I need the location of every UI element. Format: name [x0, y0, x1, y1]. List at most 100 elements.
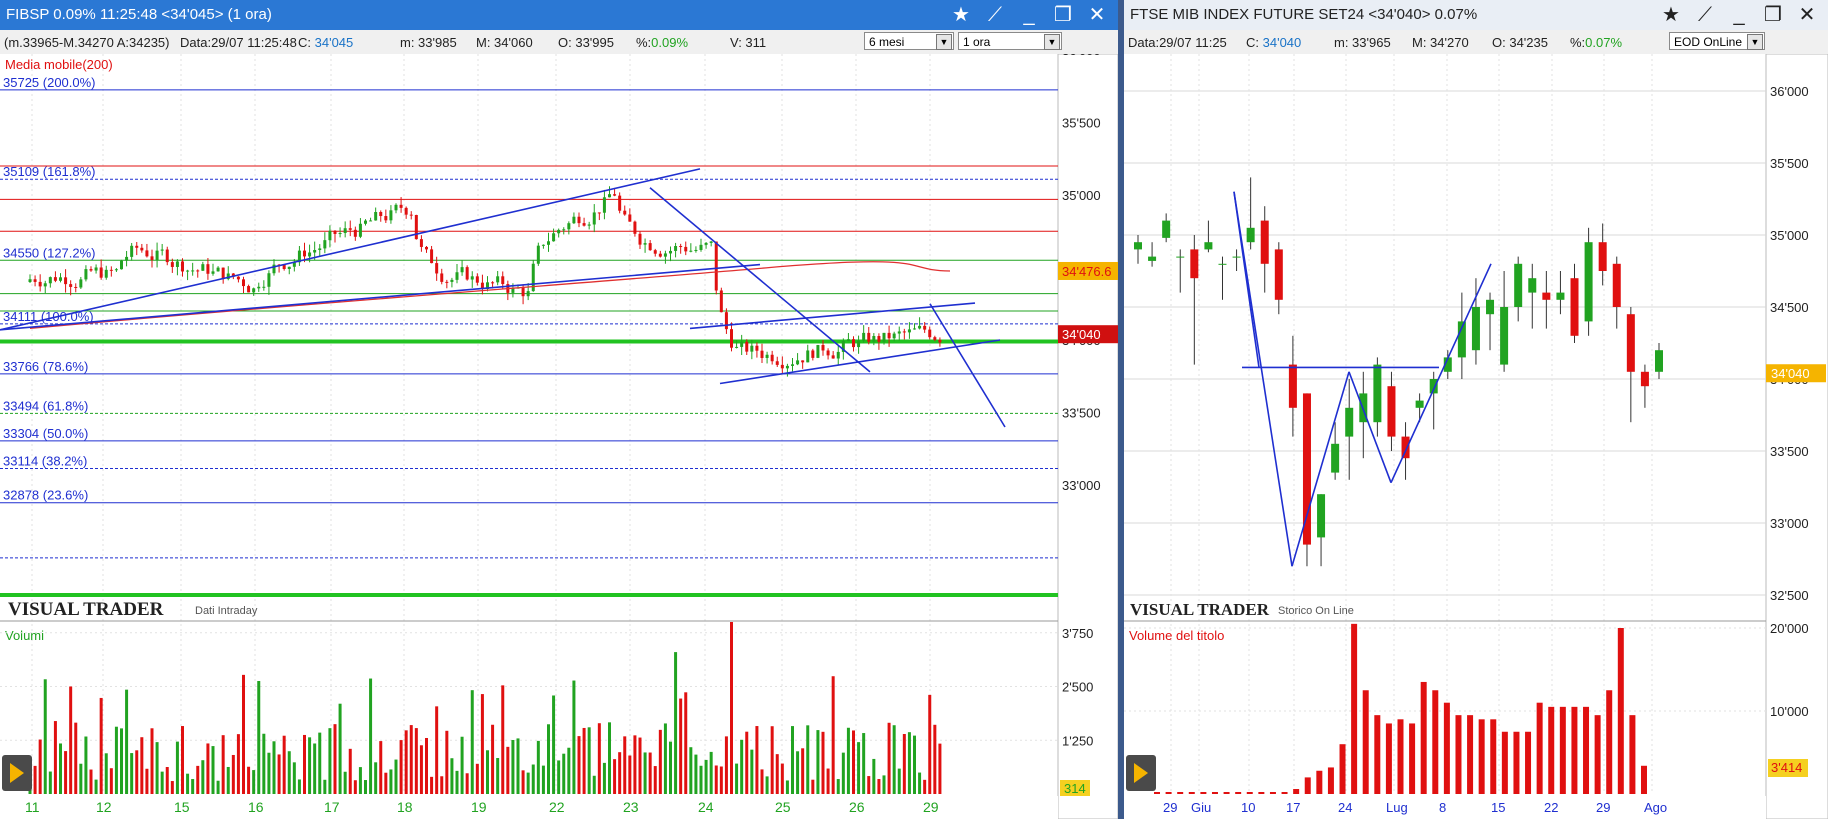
title-bar[interactable]: FTSE MIB INDEX FUTURE SET24 <34'040> 0.0…: [1124, 0, 1828, 31]
volume-bar: [740, 739, 744, 794]
x-axis-label: Ago: [1644, 800, 1667, 815]
volume-bar: [308, 737, 312, 794]
period-value: 6 mesi: [869, 35, 905, 49]
candle-body: [806, 350, 810, 363]
volume-bar: [1594, 715, 1601, 794]
tools-icon[interactable]: ⟋: [1690, 2, 1720, 28]
favorite-star-icon[interactable]: ★: [1656, 2, 1686, 28]
candle-body: [64, 277, 68, 285]
volume-bar: [653, 766, 657, 794]
title-bar[interactable]: FIBSP 0.09% 11:25:48 <34'045> (1 ora) ★ …: [0, 0, 1118, 30]
ftsemib-chart-area[interactable]: 36'00035'50035'00034'50034'00033'50033'0…: [1124, 54, 1828, 819]
brand-logo: VISUAL TRADER: [8, 599, 164, 620]
volume-bar: [745, 731, 749, 794]
price-axis-label: 35'000: [1770, 228, 1809, 243]
volume-bar: [455, 770, 459, 794]
volume-label: Volumi: [5, 628, 44, 643]
candle-body: [353, 229, 357, 237]
close-icon[interactable]: ✕: [1792, 2, 1822, 28]
close-icon[interactable]: ✕: [1082, 2, 1112, 28]
volume-bar: [419, 745, 423, 794]
volume-bar: [796, 751, 800, 794]
volume-bar: [902, 734, 906, 794]
candle-body: [445, 281, 449, 283]
volume-bar: [511, 739, 515, 794]
candle-body: [145, 250, 149, 257]
price-axis-label: 36'000: [1770, 84, 1809, 99]
volume-bar: [719, 766, 723, 794]
volume-bar: [409, 725, 413, 794]
candle-body: [623, 210, 627, 215]
interval-select[interactable]: 1 ora ▼: [958, 32, 1062, 50]
maximize-icon[interactable]: ❐: [1758, 2, 1788, 28]
fib-label: 33114 (38.2%): [3, 453, 87, 468]
candle-body: [918, 325, 922, 329]
candle-body: [735, 346, 739, 348]
volume-bar: [526, 772, 530, 794]
candle-body: [724, 312, 728, 330]
volume-bar: [277, 754, 281, 794]
chart-window-fibsp[interactable]: FIBSP 0.09% 11:25:48 <34'045> (1 ora) ★ …: [0, 0, 1118, 819]
scroll-left-button[interactable]: [1126, 755, 1156, 791]
volume-bar: [323, 779, 327, 794]
volume-bar: [160, 771, 164, 794]
volume-bar: [206, 743, 210, 794]
volume-bar: [450, 758, 454, 794]
candle-body: [155, 250, 159, 260]
volume-bar: [735, 763, 739, 794]
period-select[interactable]: 6 mesi ▼: [864, 32, 954, 50]
volume-bar: [501, 685, 505, 794]
volume-bar: [435, 706, 439, 794]
volume-bar: [714, 765, 718, 794]
volume-bar: [287, 751, 291, 794]
tools-icon[interactable]: ⟋: [980, 2, 1010, 28]
volume-bar: [704, 759, 708, 794]
candle-body: [470, 276, 474, 280]
candle-body: [745, 341, 749, 352]
x-axis-label: Lug: [1386, 800, 1408, 815]
volume-bar: [907, 732, 911, 794]
volume-bar: [460, 736, 464, 794]
candle-body: [181, 261, 184, 272]
volume-bar: [399, 740, 403, 794]
fibsp-chart-area[interactable]: 35725 (200.0%)35109 (161.8%)34550 (127.2…: [0, 54, 1118, 819]
candle-body: [1387, 386, 1396, 437]
source-select[interactable]: EOD OnLine ▼: [1669, 32, 1765, 50]
volume-bar: [318, 732, 322, 794]
candle-body: [419, 239, 423, 247]
minimize-icon[interactable]: _: [1014, 2, 1044, 28]
minimize-icon[interactable]: _: [1724, 2, 1754, 28]
volume-bar: [114, 726, 118, 794]
volume-bar: [257, 680, 261, 794]
chevron-down-icon: ▼: [1747, 34, 1763, 50]
candle-body: [318, 248, 322, 251]
candle-body: [592, 212, 596, 225]
volume-tag: 314: [1064, 781, 1086, 796]
candle-body: [501, 276, 505, 285]
max-value: M: 34'270: [1412, 35, 1469, 50]
volume-bar: [938, 743, 942, 794]
volume-bar: [201, 760, 205, 794]
scroll-left-button[interactable]: [2, 755, 32, 791]
window-title: FTSE MIB INDEX FUTURE SET24 <34'040> 0.0…: [1130, 6, 1478, 23]
volume-bar: [801, 748, 805, 794]
candle-body: [791, 364, 794, 366]
volume-bar: [496, 758, 500, 794]
favorite-star-icon[interactable]: ★: [946, 2, 976, 28]
volume-bar: [1513, 731, 1520, 794]
volume-bar: [699, 765, 703, 794]
price-axis-label: 33'500: [1062, 406, 1101, 421]
candle-body: [862, 332, 866, 341]
candle-body: [460, 267, 464, 273]
x-axis-label: 24: [1338, 800, 1352, 815]
volume-bar: [821, 731, 825, 794]
maximize-icon[interactable]: ❐: [1048, 2, 1078, 28]
candle-body: [191, 270, 195, 272]
volume-bar: [292, 762, 296, 794]
volume-bar: [348, 748, 352, 794]
candle-body: [364, 220, 367, 224]
candle-body: [1162, 220, 1171, 238]
volume-bar: [125, 689, 129, 794]
chart-window-ftsemib[interactable]: FTSE MIB INDEX FUTURE SET24 <34'040> 0.0…: [1124, 0, 1828, 819]
volume-bar: [94, 779, 98, 794]
